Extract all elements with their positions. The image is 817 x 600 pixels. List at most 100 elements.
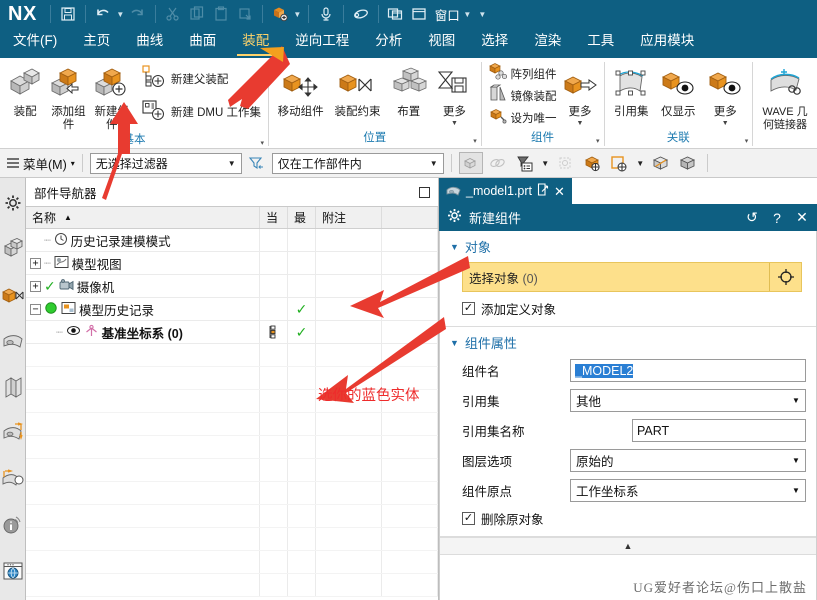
tile-windows-icon[interactable] bbox=[384, 2, 408, 26]
delete-original-object-checkbox[interactable]: ✓ bbox=[462, 512, 475, 525]
table-empty-row[interactable] bbox=[26, 574, 438, 597]
tag-icon[interactable] bbox=[349, 2, 373, 26]
chevron-down-icon[interactable]: ▼ bbox=[225, 159, 239, 168]
tab-analysis[interactable]: 分析 bbox=[362, 28, 415, 58]
dialog-collapse-handle[interactable]: ▲ bbox=[440, 537, 816, 555]
more-component-button[interactable]: 更多 ▼ bbox=[561, 61, 600, 127]
tab-view[interactable]: 视图 bbox=[415, 28, 468, 58]
filter-list-icon[interactable] bbox=[513, 152, 537, 174]
new-parent-assembly-button[interactable]: 新建父装配 bbox=[138, 63, 264, 95]
redo-icon[interactable] bbox=[126, 2, 150, 26]
object-display-dropdown-icon[interactable]: ▼ bbox=[292, 2, 303, 26]
assembly-button[interactable]: 装配 bbox=[4, 61, 46, 119]
tab-curve[interactable]: 曲线 bbox=[123, 28, 176, 58]
paste-icon[interactable] bbox=[209, 2, 233, 26]
table-empty-row[interactable] bbox=[26, 344, 438, 367]
add-definition-object-checkbox-row[interactable]: ✓ 添加定义对象 bbox=[462, 299, 806, 318]
component-origin-combo[interactable]: 工作坐标系 ▼ bbox=[570, 479, 806, 502]
reference-set-name-input[interactable]: PART bbox=[632, 419, 806, 442]
chevron-down-icon[interactable]: ▼ bbox=[577, 120, 584, 127]
paste-special-icon[interactable] bbox=[233, 2, 257, 26]
reset-icon[interactable]: ↺ bbox=[743, 209, 761, 226]
mirror-assembly-button[interactable]: 镜像装配 bbox=[486, 84, 560, 106]
make-unique-button[interactable]: 设为唯一 bbox=[486, 107, 560, 128]
close-icon[interactable]: ✕ bbox=[793, 209, 811, 226]
table-row[interactable]: − 模型历史记录 ✓ bbox=[26, 298, 438, 321]
cut-icon[interactable] bbox=[161, 2, 185, 26]
rail-item-assembly-navigator[interactable] bbox=[0, 182, 26, 228]
component-name-input[interactable]: _MODEL2 bbox=[570, 359, 806, 382]
table-empty-row[interactable] bbox=[26, 505, 438, 528]
snap-point-icon[interactable] bbox=[608, 152, 632, 174]
table-empty-row[interactable] bbox=[26, 413, 438, 436]
close-icon[interactable]: ✕ bbox=[554, 185, 565, 198]
scope-combo[interactable]: 仅在工作部件内 ▼ bbox=[271, 152, 444, 174]
rail-item-web-browser[interactable] bbox=[0, 458, 26, 504]
rail-item-part-library[interactable] bbox=[0, 366, 26, 412]
tab-applications[interactable]: 应用模块 bbox=[627, 28, 707, 58]
shaded-edges-view-icon[interactable] bbox=[676, 152, 700, 174]
tab-home[interactable]: 主页 bbox=[70, 28, 123, 58]
undo-dropdown-icon[interactable]: ▼ bbox=[115, 2, 126, 26]
rail-item-part-navigator[interactable] bbox=[0, 228, 26, 274]
new-component-button[interactable]: 新建组件 bbox=[91, 61, 133, 132]
window-icon[interactable] bbox=[408, 2, 432, 26]
file-tab-model1[interactable]: _model1.prt ✕ bbox=[439, 178, 572, 204]
cube-orange-icon[interactable] bbox=[268, 2, 292, 26]
hamburger-icon[interactable] bbox=[6, 156, 20, 170]
chevron-down-icon[interactable]: ▼ bbox=[451, 120, 458, 127]
add-component-button[interactable]: 添加组件 bbox=[47, 61, 89, 132]
tab-file[interactable]: 文件(F) bbox=[0, 28, 70, 58]
window-dropdown-icon[interactable]: ▼ bbox=[462, 2, 473, 26]
menu-button[interactable]: 菜单(M) ▾ bbox=[23, 154, 75, 173]
table-empty-row[interactable] bbox=[26, 551, 438, 574]
eye-icon[interactable] bbox=[66, 324, 81, 340]
chevron-down-icon[interactable]: ▼ bbox=[787, 486, 805, 495]
undo-icon[interactable] bbox=[91, 2, 115, 26]
move-component-button[interactable]: 移动组件 bbox=[273, 61, 329, 119]
pattern-component-button[interactable]: 阵列组件 bbox=[486, 63, 560, 84]
show-only-button[interactable]: 仅显示 bbox=[655, 61, 701, 119]
more-position-button[interactable]: 更多 ▼ bbox=[432, 61, 477, 127]
snap-cube-icon[interactable] bbox=[581, 152, 605, 174]
assembly-constraint-button[interactable]: 装配约束 bbox=[330, 61, 386, 119]
chevron-down-icon[interactable]: ▼ bbox=[787, 456, 805, 465]
help-icon[interactable]: ? bbox=[768, 210, 786, 226]
reference-set-combo[interactable]: 其他 ▼ bbox=[570, 389, 806, 412]
save-icon[interactable] bbox=[56, 2, 80, 26]
select-solid-icon[interactable] bbox=[458, 152, 483, 174]
shaded-view-icon[interactable] bbox=[649, 152, 673, 174]
rail-item-constraint-navigator[interactable] bbox=[0, 274, 26, 320]
tab-select[interactable]: 选择 bbox=[468, 28, 521, 58]
rail-item-reuse-library[interactable] bbox=[0, 320, 26, 366]
expand-toggle[interactable]: + bbox=[30, 257, 41, 269]
column-header-latest[interactable]: 最 bbox=[288, 207, 316, 228]
rail-item-browser[interactable] bbox=[0, 550, 26, 596]
chevron-down-icon[interactable]: ▼ bbox=[427, 159, 441, 168]
copy-icon[interactable] bbox=[185, 2, 209, 26]
window-menu-label[interactable]: 窗口 bbox=[432, 5, 462, 24]
rail-item-history[interactable] bbox=[0, 504, 26, 550]
table-empty-row[interactable] bbox=[26, 528, 438, 551]
select-feature-icon[interactable] bbox=[486, 152, 510, 174]
tab-reverse-eng[interactable]: 逆向工程 bbox=[282, 28, 362, 58]
table-row[interactable]: ┈ 历史记录建模模式 bbox=[26, 229, 438, 252]
collapse-toggle[interactable]: − bbox=[30, 303, 41, 315]
selection-filter-combo[interactable]: 无选择过滤器 ▼ bbox=[89, 152, 242, 174]
table-row[interactable]: ┈ 基准坐标系 (0) ✓ bbox=[26, 321, 438, 344]
table-empty-row[interactable] bbox=[26, 459, 438, 482]
wave-geometry-linker-button[interactable]: WAVE 几何链接器 bbox=[757, 61, 813, 132]
new-dmu-workset-button[interactable]: 新建 DMU 工作集 bbox=[138, 96, 264, 128]
expand-toggle[interactable]: + bbox=[30, 280, 41, 292]
filter-icon[interactable] bbox=[245, 152, 269, 174]
select-target-icon[interactable] bbox=[769, 263, 801, 291]
tab-surface[interactable]: 曲面 bbox=[176, 28, 229, 58]
filter-list-dropdown-icon[interactable]: ▼ bbox=[540, 151, 551, 175]
tab-assembly[interactable]: 装配 bbox=[229, 28, 282, 58]
section-header-component-properties[interactable]: ▼ 组件属性 bbox=[450, 333, 806, 352]
table-empty-row[interactable] bbox=[26, 482, 438, 505]
dock-window-icon[interactable] bbox=[419, 186, 430, 198]
layer-option-combo[interactable]: 原始的 ▼ bbox=[570, 449, 806, 472]
tab-tools[interactable]: 工具 bbox=[574, 28, 627, 58]
mic-icon[interactable] bbox=[314, 2, 338, 26]
